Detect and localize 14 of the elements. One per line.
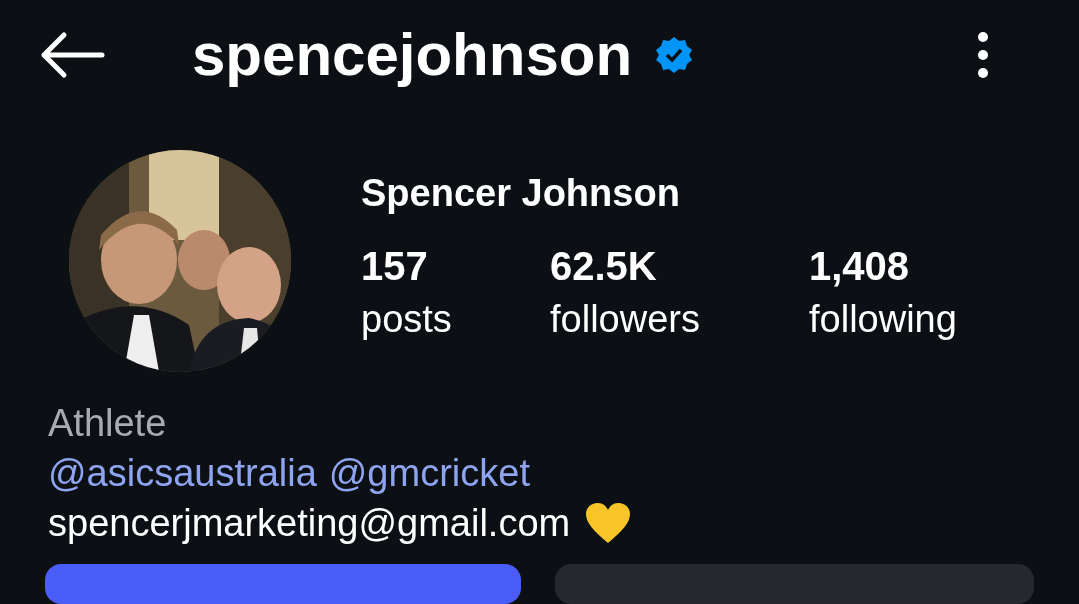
category-label: Athlete bbox=[48, 401, 168, 446]
username-title: spencejohnson bbox=[192, 25, 633, 85]
heart-icon bbox=[584, 501, 633, 545]
stat-count[interactable]: 1,408 bbox=[809, 246, 1029, 286]
stat-count[interactable]: 157 bbox=[361, 246, 550, 286]
stat-label[interactable]: posts bbox=[361, 300, 550, 338]
email-text: spencerjmarketing@gmail.com bbox=[48, 501, 571, 546]
full-name: Spencer Johnson bbox=[361, 174, 681, 212]
stat-label[interactable]: followers bbox=[550, 300, 809, 338]
stat-count[interactable]: 62.5K bbox=[550, 246, 809, 286]
profile-link[interactable]: @gmcricket bbox=[328, 448, 530, 498]
stat-label[interactable]: following bbox=[809, 300, 1029, 338]
profile-link[interactable]: @asicsaustralia bbox=[48, 448, 317, 498]
more-options-icon[interactable] bbox=[977, 31, 989, 79]
